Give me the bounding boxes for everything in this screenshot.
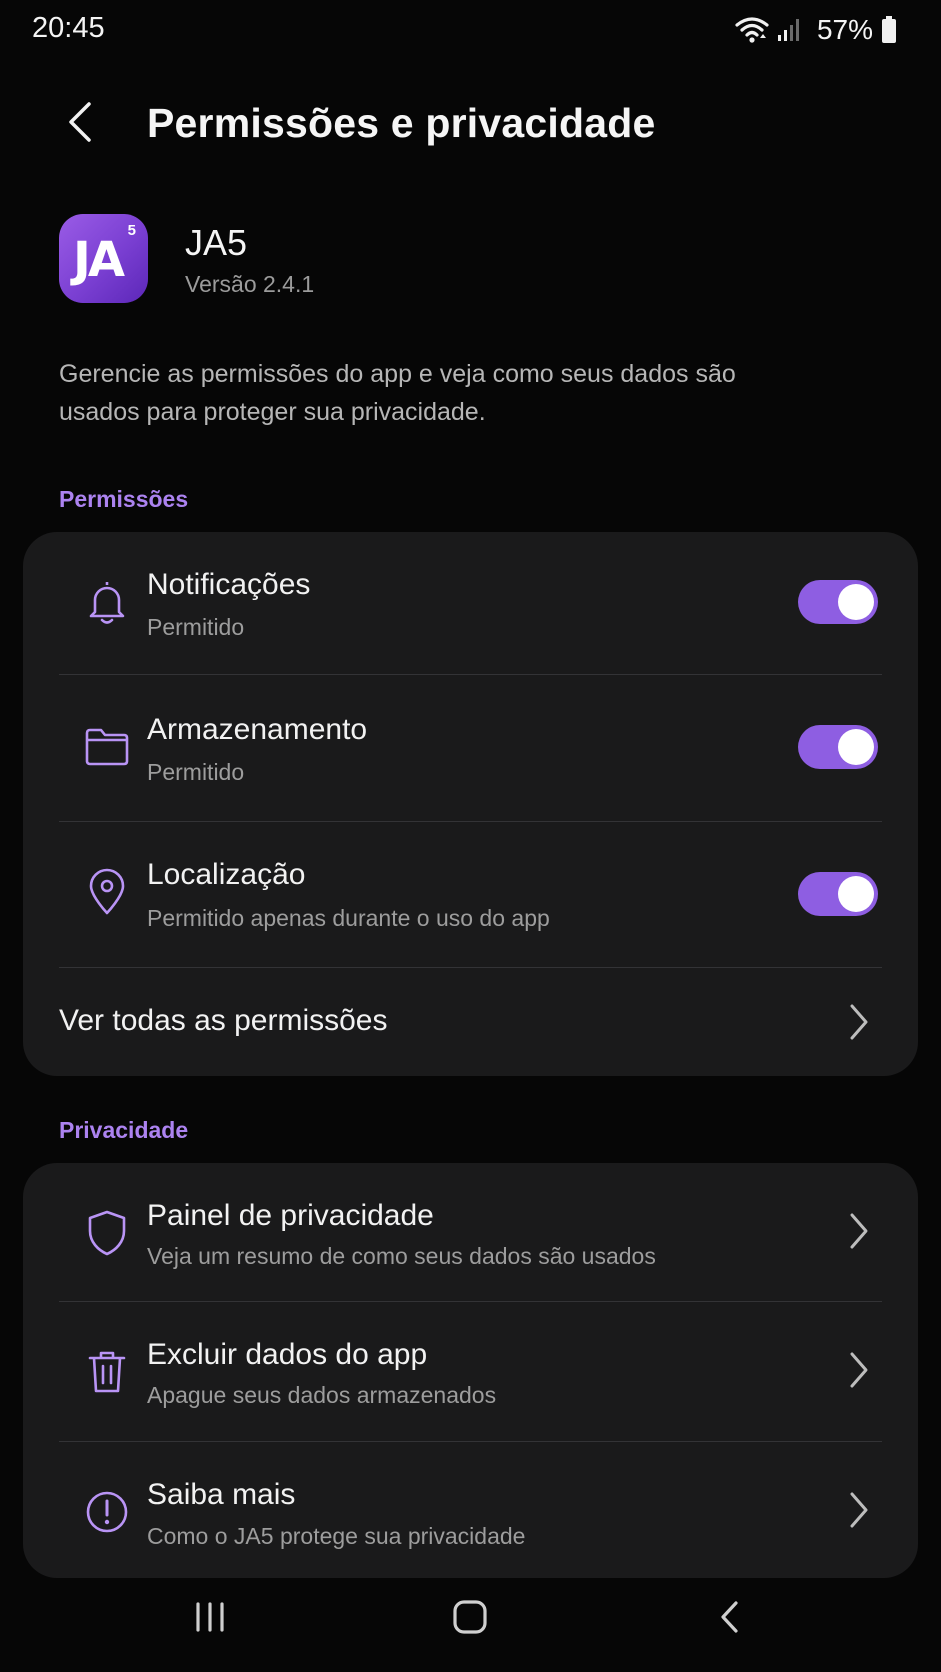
privacy-row-dashboard[interactable]: Painel de privacidade Veja um resumo de … [23,1163,918,1301]
status-time: 20:45 [32,12,105,44]
storage-toggle[interactable] [798,725,878,769]
trash-icon [83,1348,131,1396]
status-bar: 20:45 57% [0,0,941,62]
privacy-item-title: Painel de privacidade [147,1199,434,1232]
battery-icon [881,16,897,44]
status-icons: 57% [735,14,897,46]
home-icon[interactable] [440,1592,500,1642]
recents-icon[interactable] [180,1592,240,1642]
privacy-item-subtitle: Apague seus dados armazenados [147,1382,497,1408]
privacy-card: Painel de privacidade Veja um resumo de … [23,1163,918,1578]
see-all-permissions-label: Ver todas as permissões [59,1004,388,1037]
privacy-item-title: Saiba mais [147,1478,296,1511]
permission-row-storage[interactable]: Armazenamento Permitido [23,675,918,821]
app-icon: JA 5 [59,214,148,303]
folder-icon [83,723,131,771]
permission-status: Permitido [147,614,245,640]
permissions-section-title: Permissões [59,486,189,512]
page-title: Permissões e privacidade [147,100,656,146]
privacy-section-title: Privacidade [59,1117,189,1143]
screen: 20:45 57% Permissões e privacidade JA 5 … [0,0,941,1672]
permission-row-notifications[interactable]: Notificações Permitido [23,532,918,674]
notifications-toggle[interactable] [798,580,878,624]
permission-title: Armazenamento [147,713,368,746]
see-all-permissions-row[interactable]: Ver todas as permissões [23,968,918,1076]
privacy-item-title: Excluir dados do app [147,1338,428,1371]
chevron-right-icon [844,1211,874,1251]
intro-text: Gerencie as permissões do app e veja com… [59,360,736,426]
chevron-right-icon [844,1002,874,1042]
app-icon-superscript: 5 [127,222,136,239]
toggle-knob [838,729,874,765]
permission-status: Permitido [147,759,245,785]
bell-icon [83,578,131,626]
back-button[interactable] [52,96,108,152]
chevron-right-icon [844,1490,874,1530]
toggle-knob [838,876,874,912]
battery-percentage: 57% [816,14,873,45]
chevron-right-icon [844,1350,874,1390]
permission-status: Permitido apenas durante o uso do app [147,905,550,931]
signal-icon [777,17,803,43]
privacy-row-learn-more[interactable]: Saiba mais Como o JA5 protege sua privac… [23,1442,918,1578]
location-pin-icon [83,868,131,916]
back-arrow-icon [65,100,95,149]
wifi-icon [735,16,769,44]
back-icon[interactable] [700,1592,760,1642]
location-toggle[interactable] [798,872,878,916]
permission-title: Notificações [147,568,311,601]
app-version: Versão 2.4.1 [185,271,315,297]
toggle-knob [838,584,874,620]
navigation-bar [0,1562,941,1672]
privacy-item-subtitle: Como o JA5 protege sua privacidade [147,1523,526,1549]
permission-title: Localização [147,858,306,891]
shield-icon [83,1209,131,1257]
app-icon-text: JA [73,232,125,288]
permission-row-location[interactable]: Localização Permitido apenas durante o u… [23,822,918,967]
app-name: JA5 [185,222,248,263]
info-exclamation-icon [83,1488,131,1536]
privacy-row-delete-data[interactable]: Excluir dados do app Apague seus dados a… [23,1302,918,1441]
privacy-item-subtitle: Veja um resumo de como seus dados são us… [147,1243,656,1269]
permissions-card: Notificações Permitido Armazenamento Per… [23,532,918,1076]
